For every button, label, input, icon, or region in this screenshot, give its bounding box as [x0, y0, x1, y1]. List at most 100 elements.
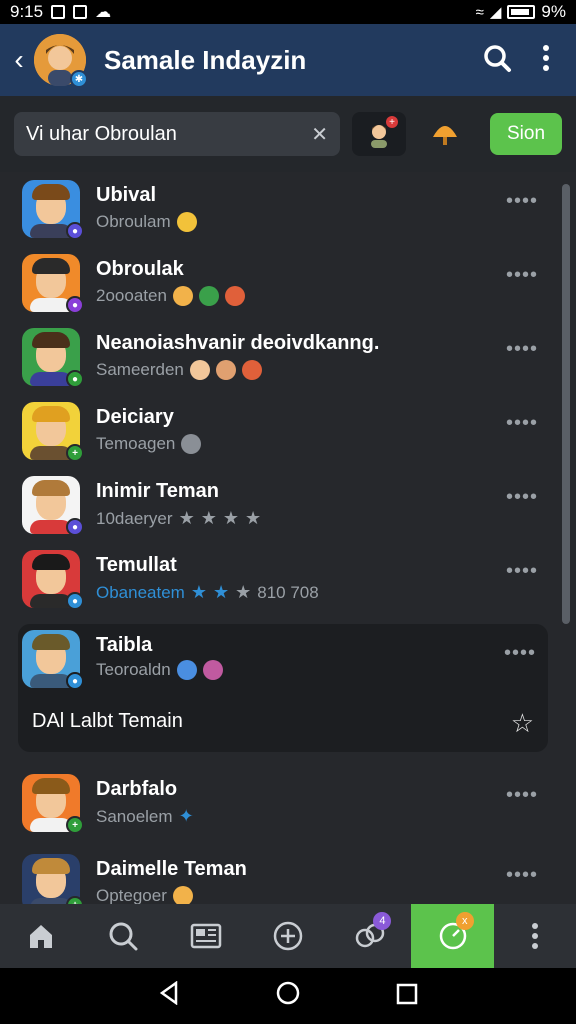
card-link[interactable]: DAl Lalbt Temain — [32, 710, 183, 733]
avatar[interactable]: ✱ — [34, 34, 88, 88]
star-icon: ★ — [190, 582, 207, 602]
search-icon — [109, 922, 138, 951]
list-item[interactable]: ● Neanoiashvanir deoivdkanng. Sameerden … — [0, 324, 560, 398]
status-badge: ● — [66, 370, 84, 388]
avatar: ● — [22, 550, 84, 610]
face-emoji-icon — [172, 286, 193, 306]
avatar: + — [22, 854, 84, 904]
nav-more[interactable] — [494, 904, 576, 968]
overflow-menu-icon[interactable] — [542, 44, 550, 77]
battery-icon — [507, 5, 536, 19]
contact-name: Ubival — [96, 184, 157, 206]
clear-icon[interactable]: ✕ — [311, 122, 328, 147]
avatar: ● — [22, 476, 84, 536]
send-button[interactable]: Sion — [490, 113, 562, 155]
star-outline-icon[interactable]: ☆ — [511, 708, 534, 739]
status-badge: ● — [66, 222, 84, 240]
nav-home[interactable] — [0, 904, 82, 968]
avatar: + — [22, 774, 84, 834]
more-options-icon[interactable]: •••• — [506, 784, 538, 807]
chevron-left-icon: ‹ — [14, 44, 24, 75]
status-badge: ● — [66, 296, 84, 314]
more-options-icon[interactable]: •••• — [506, 190, 538, 213]
more-options-icon[interactable]: •••• — [506, 486, 538, 509]
status-badge: ● — [66, 518, 84, 536]
avatar: ● — [22, 630, 84, 690]
list-item[interactable]: + Deiciary Temoagen •••• — [0, 398, 560, 472]
contact-extra: 810 708 — [257, 582, 319, 602]
nav-activity[interactable]: x — [411, 904, 494, 968]
contact-status: 10daeryer ★ ★ ★ ★ — [96, 508, 262, 528]
cat-emoji-icon — [241, 360, 262, 380]
list-item[interactable]: ● Inimir Teman 10daeryer ★ ★ ★ ★ •••• — [0, 472, 560, 546]
creature-emoji-icon — [202, 660, 223, 680]
status-bar: 9:15 ☁ ≈ ◢ 9% — [0, 0, 576, 24]
contact-status: Obroulam — [96, 212, 197, 232]
search-input[interactable]: Vi uhar Obroulan ✕ — [14, 112, 340, 156]
sparkle-icon: ✦ — [178, 806, 194, 826]
contact-name: Neanoiashvanir deoivdkanng. — [96, 332, 380, 354]
contact-status: Teoroaldn — [96, 660, 223, 680]
more-options-icon[interactable]: •••• — [506, 560, 538, 583]
nfc-icon — [73, 5, 88, 19]
status-badge: ● — [66, 592, 84, 610]
nav-add[interactable] — [247, 904, 329, 968]
page-title: Samale Indayzin — [104, 44, 307, 75]
avatar: ● — [22, 180, 84, 240]
search-icon[interactable] — [482, 43, 512, 78]
bell-icon[interactable] — [418, 112, 472, 156]
more-options-icon[interactable]: •••• — [506, 338, 538, 361]
contact-name: Temullat — [96, 554, 177, 576]
notification-badge: 4 — [373, 912, 392, 930]
search-input-value: Vi uhar Obroulan — [26, 122, 177, 145]
contact-status: Obaneatem ★ ★ ★ 810 708 — [96, 582, 319, 602]
person-emoji-icon — [189, 360, 210, 380]
add-circle-icon — [273, 921, 303, 951]
notification-icon — [51, 5, 66, 19]
avatar: ● — [22, 254, 84, 314]
contact-status: Optegoer — [96, 886, 193, 904]
list-item[interactable]: + Daimelle Teman Optegoer •••• — [0, 850, 560, 904]
wifi-icon: ≈ — [475, 3, 484, 21]
nav-news[interactable] — [165, 904, 247, 968]
smile-emoji-icon — [176, 212, 197, 232]
star-icon: ★ — [178, 508, 195, 528]
more-vertical-icon — [531, 923, 538, 949]
more-options-icon[interactable]: •••• — [506, 412, 538, 435]
star-icon: ★ — [244, 508, 262, 528]
more-options-icon[interactable]: •••• — [504, 642, 536, 665]
nav-chats[interactable]: 4 — [329, 904, 411, 968]
avatar: ● — [22, 328, 84, 388]
notification-badge: x — [455, 912, 474, 930]
face-emoji-icon — [172, 886, 193, 904]
star-icon: ★ — [200, 508, 217, 528]
contact-name: Darbfalo — [96, 778, 178, 800]
plus-badge-icon: + — [386, 116, 398, 128]
status-badge: ● — [66, 672, 84, 690]
list-item[interactable]: + Darbfalo Sanoelem ✦ •••• — [0, 770, 560, 844]
more-options-icon[interactable]: •••• — [506, 864, 538, 887]
list-item[interactable]: ● Obroulak 2oooaten •••• — [0, 250, 560, 324]
scrollbar[interactable] — [562, 184, 570, 624]
expanded-contact-card[interactable]: ● Taibla Teoroaldn •••• DAl Lalbt Temain… — [18, 624, 548, 752]
list-item[interactable]: ● Ubival Obroulam •••• — [0, 176, 560, 250]
list-item[interactable]: ● Temullat Obaneatem ★ ★ ★ 810 708 •••• — [0, 546, 560, 620]
more-options-icon[interactable]: •••• — [506, 264, 538, 287]
home-circle-icon[interactable] — [275, 980, 301, 1013]
add-contact-button[interactable]: + — [352, 112, 406, 156]
person-emoji-icon — [215, 360, 236, 380]
newspaper-icon — [190, 923, 221, 949]
back-button[interactable]: ‹ — [4, 24, 34, 96]
recents-square-icon[interactable] — [396, 981, 418, 1012]
status-badge: + — [66, 896, 84, 904]
back-triangle-icon[interactable] — [158, 980, 180, 1012]
contact-name: Deiciary — [96, 406, 174, 428]
nav-search[interactable] — [82, 904, 164, 968]
contact-status: 2oooaten — [96, 286, 245, 306]
avatar: + — [22, 402, 84, 462]
system-nav-bar — [0, 968, 576, 1024]
status-badge: + — [66, 444, 84, 462]
app-bar: ‹ ✱ Samale Indayzin — [0, 24, 576, 96]
battery-level: 9% — [541, 2, 566, 21]
contact-name: Taibla — [96, 634, 153, 656]
